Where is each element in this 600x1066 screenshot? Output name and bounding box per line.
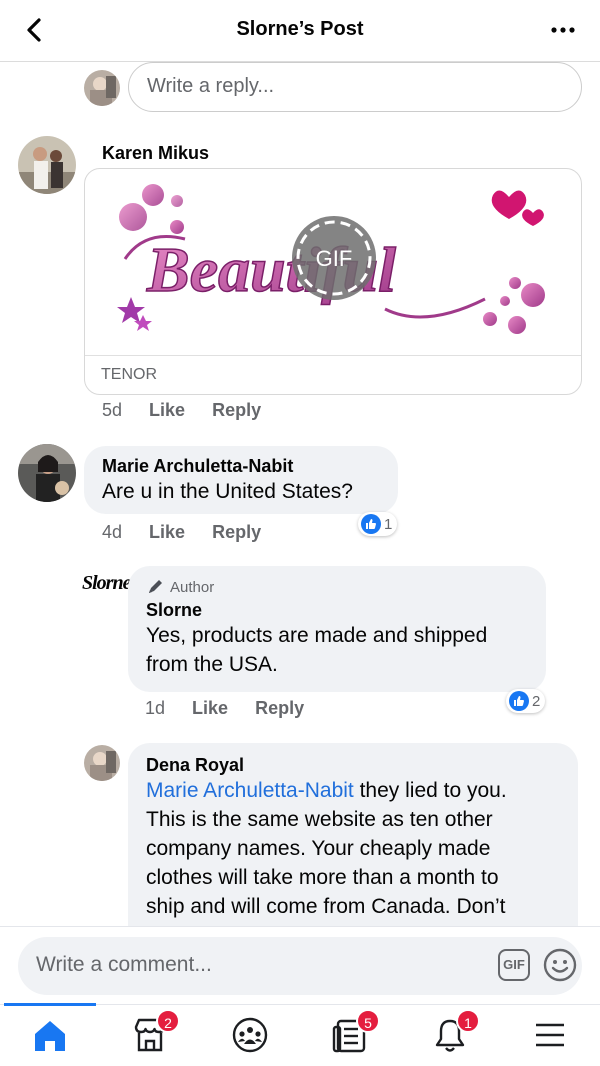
comment-bubble[interactable]: Marie Archuletta-Nabit Are u in the Unit… xyxy=(84,446,398,514)
page-logo[interactable]: Slorne xyxy=(82,572,131,595)
like-button[interactable]: Like xyxy=(192,698,228,718)
comment-bubble[interactable]: Dena Royal Marie Archuletta-Nabit they l… xyxy=(128,743,578,943)
menu-icon[interactable] xyxy=(530,1015,570,1055)
notification-badge: 5 xyxy=(356,1009,380,1033)
comment-timestamp: 4d xyxy=(102,522,123,542)
comment-actions: 4d Like Reply xyxy=(102,522,283,543)
pen-icon xyxy=(146,578,164,596)
thumbs-up-icon xyxy=(509,691,529,711)
marketplace-icon[interactable]: 2 xyxy=(130,1009,180,1055)
feeds-icon[interactable]: 5 xyxy=(330,1009,380,1055)
comment-actions: 5d Like Reply xyxy=(102,400,283,421)
reaction-count: 2 xyxy=(532,692,541,710)
post-header: Slorne’s Post xyxy=(0,0,600,62)
gif-attachment[interactable]: Beautiful GIF TENOR xyxy=(84,168,582,395)
reply-input[interactable]: Write a reply... xyxy=(128,62,582,112)
reaction-count: 1 xyxy=(384,515,393,533)
reply-button[interactable]: Reply xyxy=(212,400,261,420)
like-button[interactable]: Like xyxy=(149,522,185,542)
gif-icon[interactable]: GIF xyxy=(498,949,530,981)
comment-author-name[interactable]: Karen Mikus xyxy=(102,143,209,164)
home-icon[interactable] xyxy=(30,1015,70,1055)
thumbs-up-icon xyxy=(361,514,381,534)
gif-image[interactable]: Beautiful GIF xyxy=(85,169,581,355)
bottom-nav: 2 5 1 xyxy=(0,1003,600,1066)
gif-provider: TENOR xyxy=(85,355,581,394)
notification-badge: 1 xyxy=(456,1009,480,1033)
comment-bubble[interactable]: Author Slorne Yes, products are made and… xyxy=(128,566,546,692)
emoji-icon[interactable] xyxy=(542,947,578,983)
avatar[interactable] xyxy=(84,745,120,781)
comment-text: Are u in the United States? xyxy=(102,480,353,503)
reply-button[interactable]: Reply xyxy=(212,522,261,542)
page-title: Slorne’s Post xyxy=(236,18,364,40)
reply-button[interactable]: Reply xyxy=(255,698,304,718)
comment-author-name[interactable]: Slorne xyxy=(146,600,528,621)
comment-author-name[interactable]: Dena Royal xyxy=(146,755,560,776)
mention-link[interactable]: Marie Archuletta-Nabit xyxy=(146,779,354,802)
comment-timestamp: 1d xyxy=(145,698,166,718)
avatar[interactable] xyxy=(18,444,76,502)
comment-composer: Write a comment... GIF xyxy=(0,926,600,1006)
comment-text: Yes, products are made and shipped from t… xyxy=(146,624,488,676)
like-button[interactable]: Like xyxy=(149,400,185,420)
comment-actions: 1d Like Reply xyxy=(145,698,326,719)
active-tab-indicator xyxy=(4,1003,96,1006)
comment-text: Marie Archuletta-Nabit they lied to you.… xyxy=(146,779,507,918)
gif-play-badge: GIF xyxy=(316,246,353,271)
comment-author-name[interactable]: Marie Archuletta-Nabit xyxy=(102,456,380,477)
comment-timestamp: 5d xyxy=(102,400,123,420)
author-badge: Author xyxy=(146,578,528,596)
more-dots-icon[interactable] xyxy=(548,16,578,44)
notification-badge: 2 xyxy=(156,1009,180,1033)
groups-icon[interactable] xyxy=(230,1015,270,1055)
bell-icon[interactable]: 1 xyxy=(430,1009,480,1055)
avatar[interactable] xyxy=(18,136,76,194)
reaction-summary[interactable]: 2 xyxy=(506,689,546,713)
reaction-summary[interactable]: 1 xyxy=(358,512,398,536)
avatar[interactable] xyxy=(84,70,120,106)
